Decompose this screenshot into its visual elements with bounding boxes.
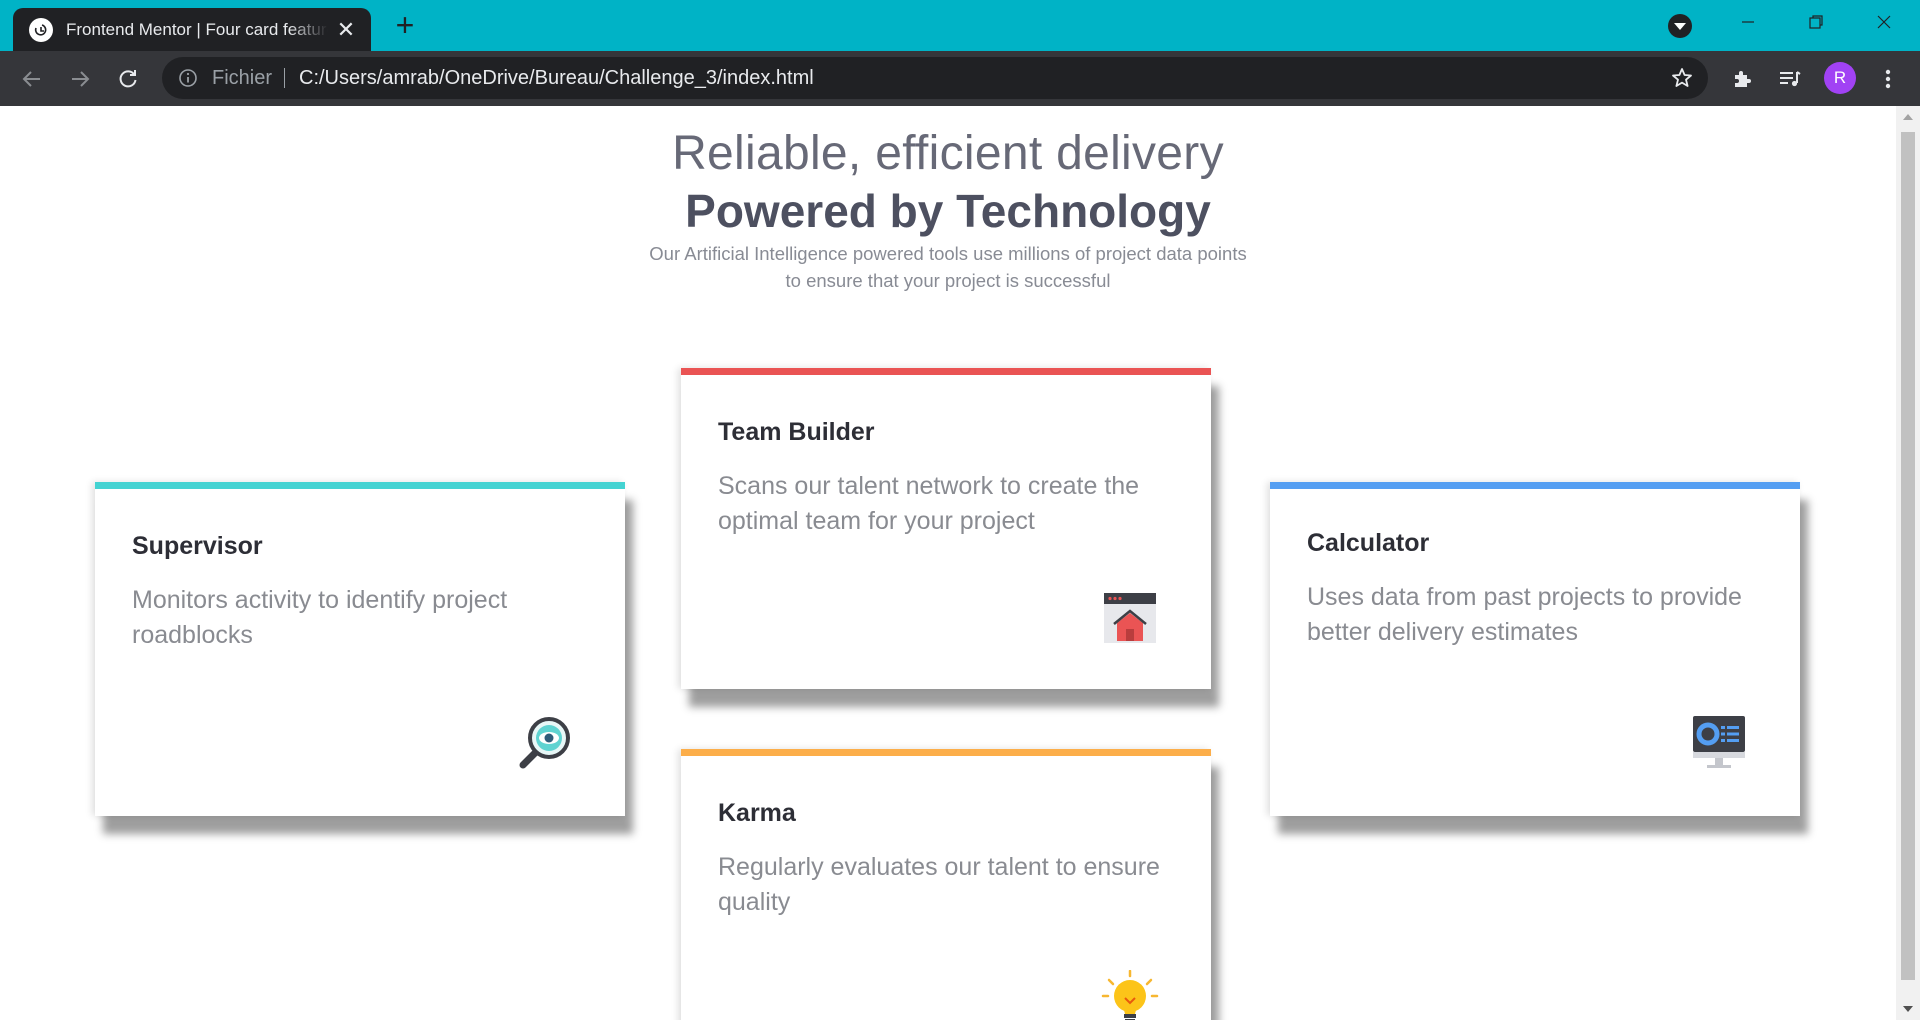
vertical-scrollbar[interactable]: [1896, 106, 1920, 1020]
card-description: Regularly evaluates our talent to ensure…: [718, 853, 1160, 916]
extensions-puzzle-icon[interactable]: [1728, 65, 1756, 93]
back-arrow-icon[interactable]: [14, 61, 50, 97]
header-line-1: Reliable, efficient delivery: [672, 127, 1224, 180]
minimize-icon[interactable]: [1716, 0, 1780, 44]
card-title: Calculator: [1307, 529, 1430, 557]
header-line-2: Powered by Technology: [685, 185, 1211, 237]
media-control-icon[interactable]: [1776, 65, 1804, 93]
address-separator: [284, 68, 285, 88]
header-description: Our Artificial Intelligence powered tool…: [649, 243, 1247, 291]
scroll-thumb[interactable]: [1901, 132, 1915, 980]
scroll-down-arrow-icon[interactable]: [1903, 1006, 1913, 1012]
tab-close-icon[interactable]: ✕: [335, 18, 357, 41]
bookmark-star-icon[interactable]: [1670, 66, 1694, 90]
card-title: Team Builder: [718, 418, 875, 446]
tab-title: Frontend Mentor | Four card feature sect…: [66, 19, 328, 39]
lightbulb-icon: [1101, 970, 1159, 1020]
restore-window-icon[interactable]: [1784, 0, 1848, 44]
kebab-menu-icon[interactable]: [1874, 65, 1902, 93]
frontend-mentor-favicon-icon: [29, 17, 53, 42]
browser-tab[interactable]: Frontend Mentor | Four card feature sect…: [13, 8, 371, 51]
profile-avatar[interactable]: R: [1824, 62, 1856, 94]
card-description: Uses data from past projects to provide …: [1307, 583, 1742, 646]
site-info-icon[interactable]: [178, 68, 198, 88]
tab-search-dropdown-icon[interactable]: [1668, 14, 1692, 38]
new-tab-plus-icon[interactable]: +: [390, 9, 420, 41]
team-builder-icon: [1104, 593, 1156, 643]
address-bar[interactable]: Fichier C:/Users/amrab/OneDrive/Bureau/C…: [162, 57, 1708, 99]
scroll-up-arrow-icon[interactable]: [1903, 114, 1913, 120]
card-description: Scans our talent network to create the o…: [718, 472, 1140, 535]
address-url[interactable]: C:/Users/amrab/OneDrive/Bureau/Challenge…: [299, 67, 814, 90]
address-scheme-label: Fichier: [212, 67, 273, 89]
browser-titlebar: Frontend Mentor | Four card feature sect…: [0, 0, 1920, 51]
card-title: Karma: [718, 799, 796, 827]
computer-chart-icon: [1693, 716, 1745, 768]
card-karma: Karma Regularly evaluates our talent to …: [681, 749, 1211, 1020]
reload-icon[interactable]: [110, 61, 146, 97]
card-description: Monitors activity to identify project ro…: [132, 586, 508, 649]
card-calculator: Calculator Uses data from past projects …: [1270, 482, 1800, 816]
page-viewport: Reliable, efficient delivery Powered by …: [0, 106, 1896, 1020]
card-team-builder: Team Builder Scans our talent network to…: [681, 368, 1211, 689]
forward-arrow-icon[interactable]: [62, 61, 98, 97]
browser-toolbar: Fichier C:/Users/amrab/OneDrive/Bureau/C…: [0, 51, 1920, 106]
card-title: Supervisor: [132, 532, 263, 560]
card-supervisor: Supervisor Monitors activity to identify…: [95, 482, 625, 816]
magnifier-eye-icon: [519, 717, 570, 769]
close-window-icon[interactable]: [1852, 0, 1916, 44]
